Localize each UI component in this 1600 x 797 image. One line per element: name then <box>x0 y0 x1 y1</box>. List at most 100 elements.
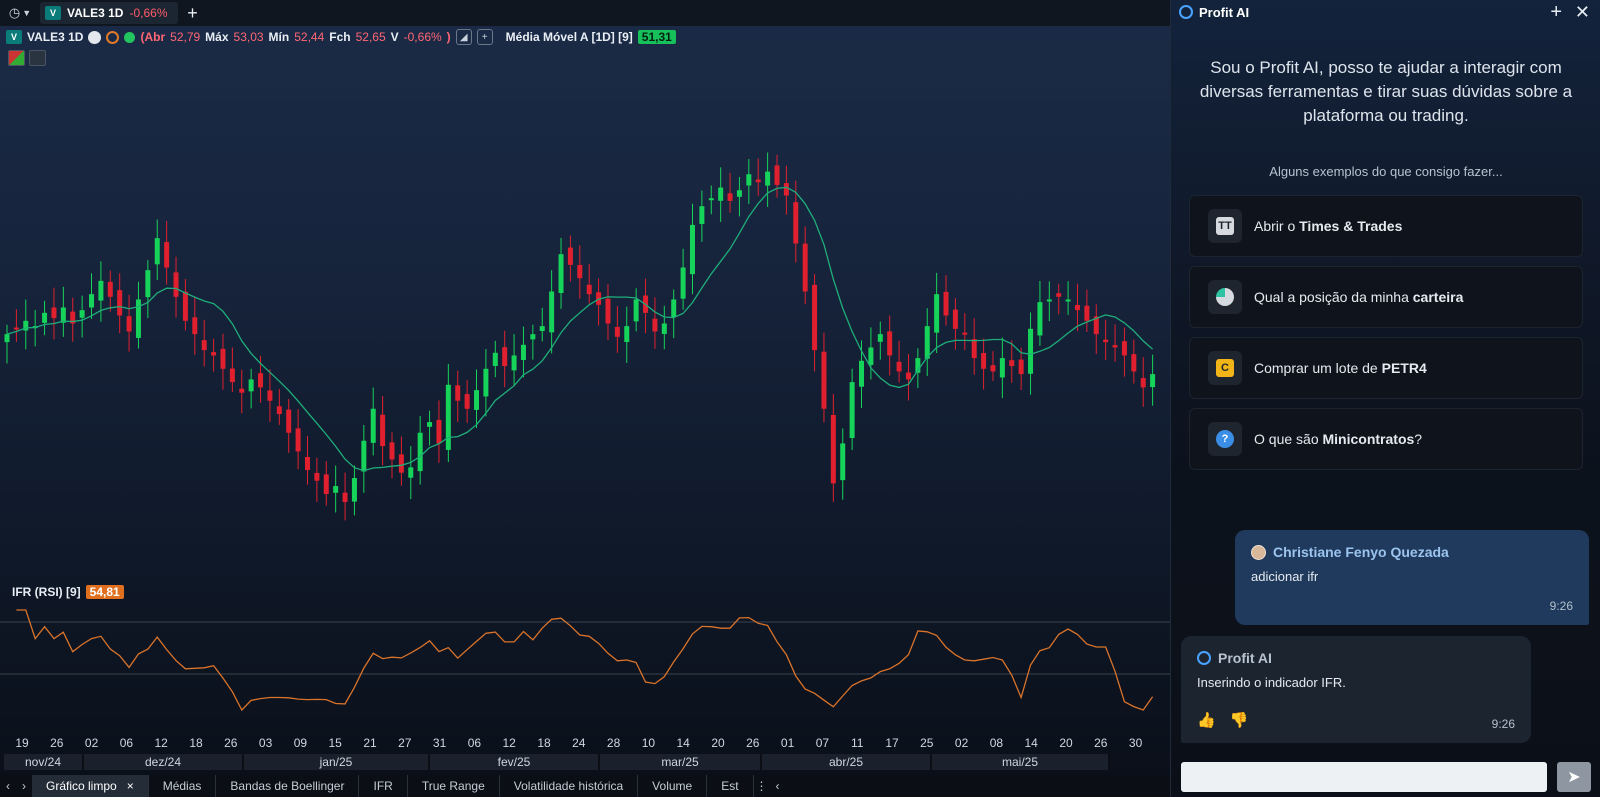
chevron-left-icon[interactable]: ‹ <box>770 779 786 793</box>
close-panel-button[interactable]: ✕ <box>1575 2 1590 23</box>
x-tick-label: 28 <box>606 736 621 750</box>
candle-body <box>699 206 705 224</box>
clock-status-icon[interactable] <box>106 30 120 44</box>
template-tab[interactable]: Est <box>707 775 754 797</box>
ai-message-time: 9:26 <box>1491 717 1515 731</box>
candle-body <box>774 165 780 185</box>
avatar <box>1251 544 1266 560</box>
x-tick-label: 26 <box>1094 736 1108 750</box>
moving-average-line <box>6 186 1154 472</box>
ma-value-badge: 51,31 <box>637 30 676 44</box>
clock-dropdown-button[interactable]: ◷ ▼ <box>4 2 36 24</box>
x-tick-label: 18 <box>189 736 203 750</box>
example-times-trades[interactable]: TT Abrir o Times & Trades <box>1189 195 1583 257</box>
candle-body <box>1009 360 1015 367</box>
candle-body <box>1131 354 1137 372</box>
chevron-right-icon[interactable]: › <box>16 779 32 793</box>
candle-body <box>13 327 19 330</box>
x-tick-label: 06 <box>467 736 482 750</box>
chart-symbol: VALE3 1D <box>27 30 84 44</box>
ai-message-text: Inserindo o indicador IFR. <box>1197 675 1346 690</box>
candle-body <box>896 361 902 372</box>
candle-body <box>999 358 1005 378</box>
candle-body <box>361 440 367 472</box>
thumbs-up-icon[interactable]: 👍 <box>1197 711 1216 729</box>
x-tick-label: 31 <box>432 736 447 750</box>
candle-body <box>793 202 799 244</box>
candle-body <box>51 307 57 319</box>
help-icon: ? <box>1208 422 1242 456</box>
candle-body <box>342 492 348 503</box>
candle-body <box>614 326 620 337</box>
user-message-time: 9:26 <box>1549 599 1573 613</box>
close-icon[interactable]: × <box>127 779 134 793</box>
candle-body <box>201 340 207 351</box>
chevron-left-icon[interactable]: ‹ <box>0 779 16 793</box>
tab-symbol: VALE3 1D <box>67 6 124 20</box>
template-tab[interactable]: Médias <box>149 775 217 797</box>
candle-body <box>1046 299 1052 302</box>
profit-ai-logo-icon <box>1197 651 1211 665</box>
thumbs-down-icon[interactable]: 👎 <box>1230 711 1249 729</box>
template-tab[interactable]: Gráfico limpo × <box>32 775 149 797</box>
candle-body <box>239 388 245 393</box>
ai-message-bubble: Profit AI Inserindo o indicador IFR. 👍 👎… <box>1181 636 1531 743</box>
ai-panel-title: Profit AI <box>1199 4 1250 20</box>
month-label: mai/25 <box>932 754 1110 770</box>
candle-body <box>248 379 254 392</box>
send-button[interactable]: ➤ <box>1557 762 1591 792</box>
collapse-button[interactable]: ◢ <box>455 29 472 45</box>
month-label: jan/25 <box>244 754 430 770</box>
settings-icon[interactable] <box>88 30 102 44</box>
profit-ai-panel: Profit AI + ✕ Sou o Profit AI, posso te … <box>1170 0 1600 797</box>
candle-body <box>868 347 874 365</box>
candle-body <box>943 291 949 316</box>
candle-body <box>4 334 10 343</box>
candle-body <box>840 443 846 481</box>
rsi-chart[interactable] <box>0 600 1170 720</box>
x-axis-months: nov/24 dez/24 jan/25 fev/25 mar/25 abr/25 mai/… <box>0 754 1170 770</box>
tab-vale3[interactable]: V VALE3 1D -0,66% <box>40 2 178 24</box>
candle-body <box>990 365 996 372</box>
user-message-bubble: Christiane Fenyo Quezada adicionar ifr 9… <box>1235 530 1589 625</box>
example-minicontratos[interactable]: ? O que são Minicontratos? <box>1189 408 1583 470</box>
candle-body <box>567 247 573 265</box>
month-label: fev/25 <box>430 754 600 770</box>
candle-body <box>1074 305 1080 311</box>
candle-body <box>436 419 442 444</box>
pie-chart-icon <box>1208 280 1242 314</box>
x-tick-label: 26 <box>224 736 238 750</box>
candle-body <box>258 373 264 388</box>
x-tick-label: 02 <box>84 736 99 750</box>
x-tick-label: 26 <box>746 736 760 750</box>
candle-body <box>1084 305 1090 321</box>
example-portfolio[interactable]: Qual a posição da minha carteira <box>1189 266 1583 328</box>
candle-body <box>812 284 818 351</box>
template-tab[interactable]: True Range <box>408 775 500 797</box>
example-buy-petr4[interactable]: C Comprar um lote de PETR4 <box>1189 337 1583 399</box>
template-tab[interactable]: IFR <box>359 775 408 797</box>
rsi-line <box>16 609 1154 712</box>
candle-body <box>445 384 451 450</box>
add-study-button[interactable]: + <box>476 29 493 45</box>
candle-body <box>323 474 329 495</box>
price-chart[interactable] <box>0 60 1170 580</box>
more-vertical-icon[interactable]: ⋮ <box>754 779 770 793</box>
x-tick-label: 19 <box>15 736 29 750</box>
x-tick-label: 03 <box>258 736 273 750</box>
template-tab[interactable]: Volume <box>638 775 708 797</box>
vale-logo-icon: V <box>6 30 22 44</box>
template-tab-list: Gráfico limpo × Médias Bandas de Boellinger… <box>32 775 754 797</box>
times-trades-icon: TT <box>1208 209 1242 243</box>
new-chat-button[interactable]: + <box>1550 1 1562 24</box>
add-tab-button[interactable]: + <box>182 3 204 24</box>
candle-body <box>539 326 545 332</box>
buy-order-icon: C <box>1208 351 1242 385</box>
candle-body <box>483 368 489 397</box>
template-tab[interactable]: Volatilidade histórica <box>500 775 639 797</box>
user-message-author: Christiane Fenyo Quezada <box>1251 544 1573 560</box>
candle-body <box>474 390 480 410</box>
candle-body <box>924 326 930 359</box>
template-tab[interactable]: Bandas de Boellinger <box>216 775 360 797</box>
chat-input[interactable] <box>1181 762 1547 792</box>
